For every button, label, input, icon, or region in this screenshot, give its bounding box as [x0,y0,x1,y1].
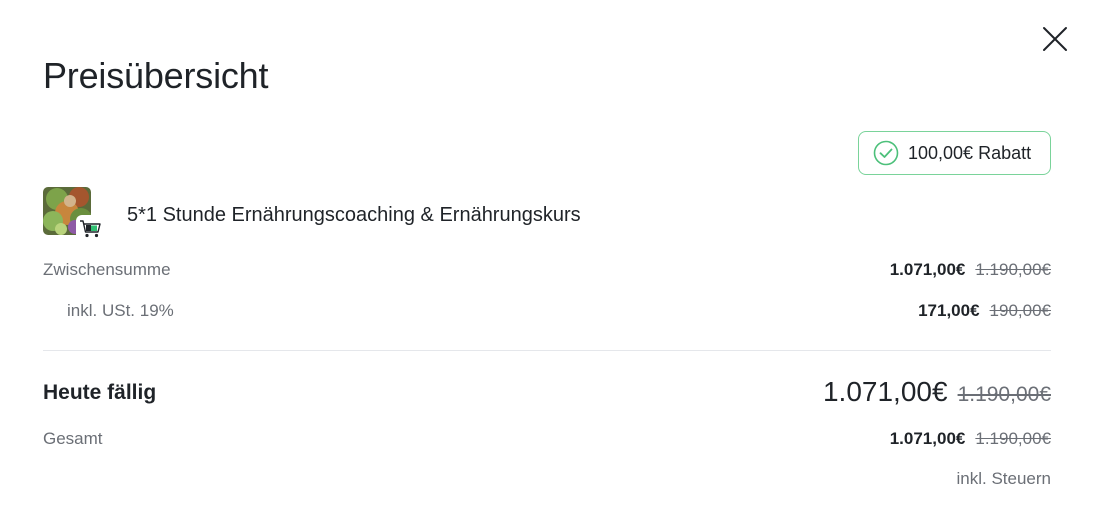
close-icon[interactable] [1042,26,1068,52]
due-today-current-price: 1.071,00€ [822,376,948,407]
product-name: 5*1 Stunde Ernährungscoaching & Ernährun… [127,204,581,226]
total-label: Gesamt [43,429,103,448]
subtotal-label: Zwischensumme [43,260,171,279]
subtotal-current-price: 1.071,00€ [889,260,966,279]
total-original-price: 1.190,00€ [975,429,1051,448]
total-price: 1.071,00€ 1.190,00€ [890,429,1051,449]
vat-price: 171,00€ 190,00€ [918,301,1051,321]
vat-current-price: 171,00€ [918,301,980,320]
cart-icon [80,220,101,238]
subtotal-original-price: 1.190,00€ [975,260,1051,279]
discount-badge: 100,00€ Rabatt [858,131,1051,175]
discount-label: 100,00€ Rabatt [908,142,1032,163]
subtotal-price: 1.071,00€ 1.190,00€ [890,260,1051,280]
tax-note: inkl. Steuern [956,469,1052,488]
vat-original-price: 190,00€ [989,301,1051,320]
check-circle-icon [873,140,899,166]
divider [43,350,1051,351]
price-overview-dialog: Preisübersicht 100,00€ Rabatt 5*1 Stunde… [0,0,1104,508]
cart-badge [76,215,106,243]
total-current-price: 1.071,00€ [889,429,966,448]
due-today-price: 1.071,00€ 1.190,00€ [823,376,1051,408]
dialog-title: Preisübersicht [43,55,269,96]
close-button[interactable] [1040,24,1070,54]
due-today-label: Heute fällig [43,381,157,404]
vat-label: inkl. USt. 19% [67,301,174,320]
due-today-original-price: 1.190,00€ [957,383,1051,406]
